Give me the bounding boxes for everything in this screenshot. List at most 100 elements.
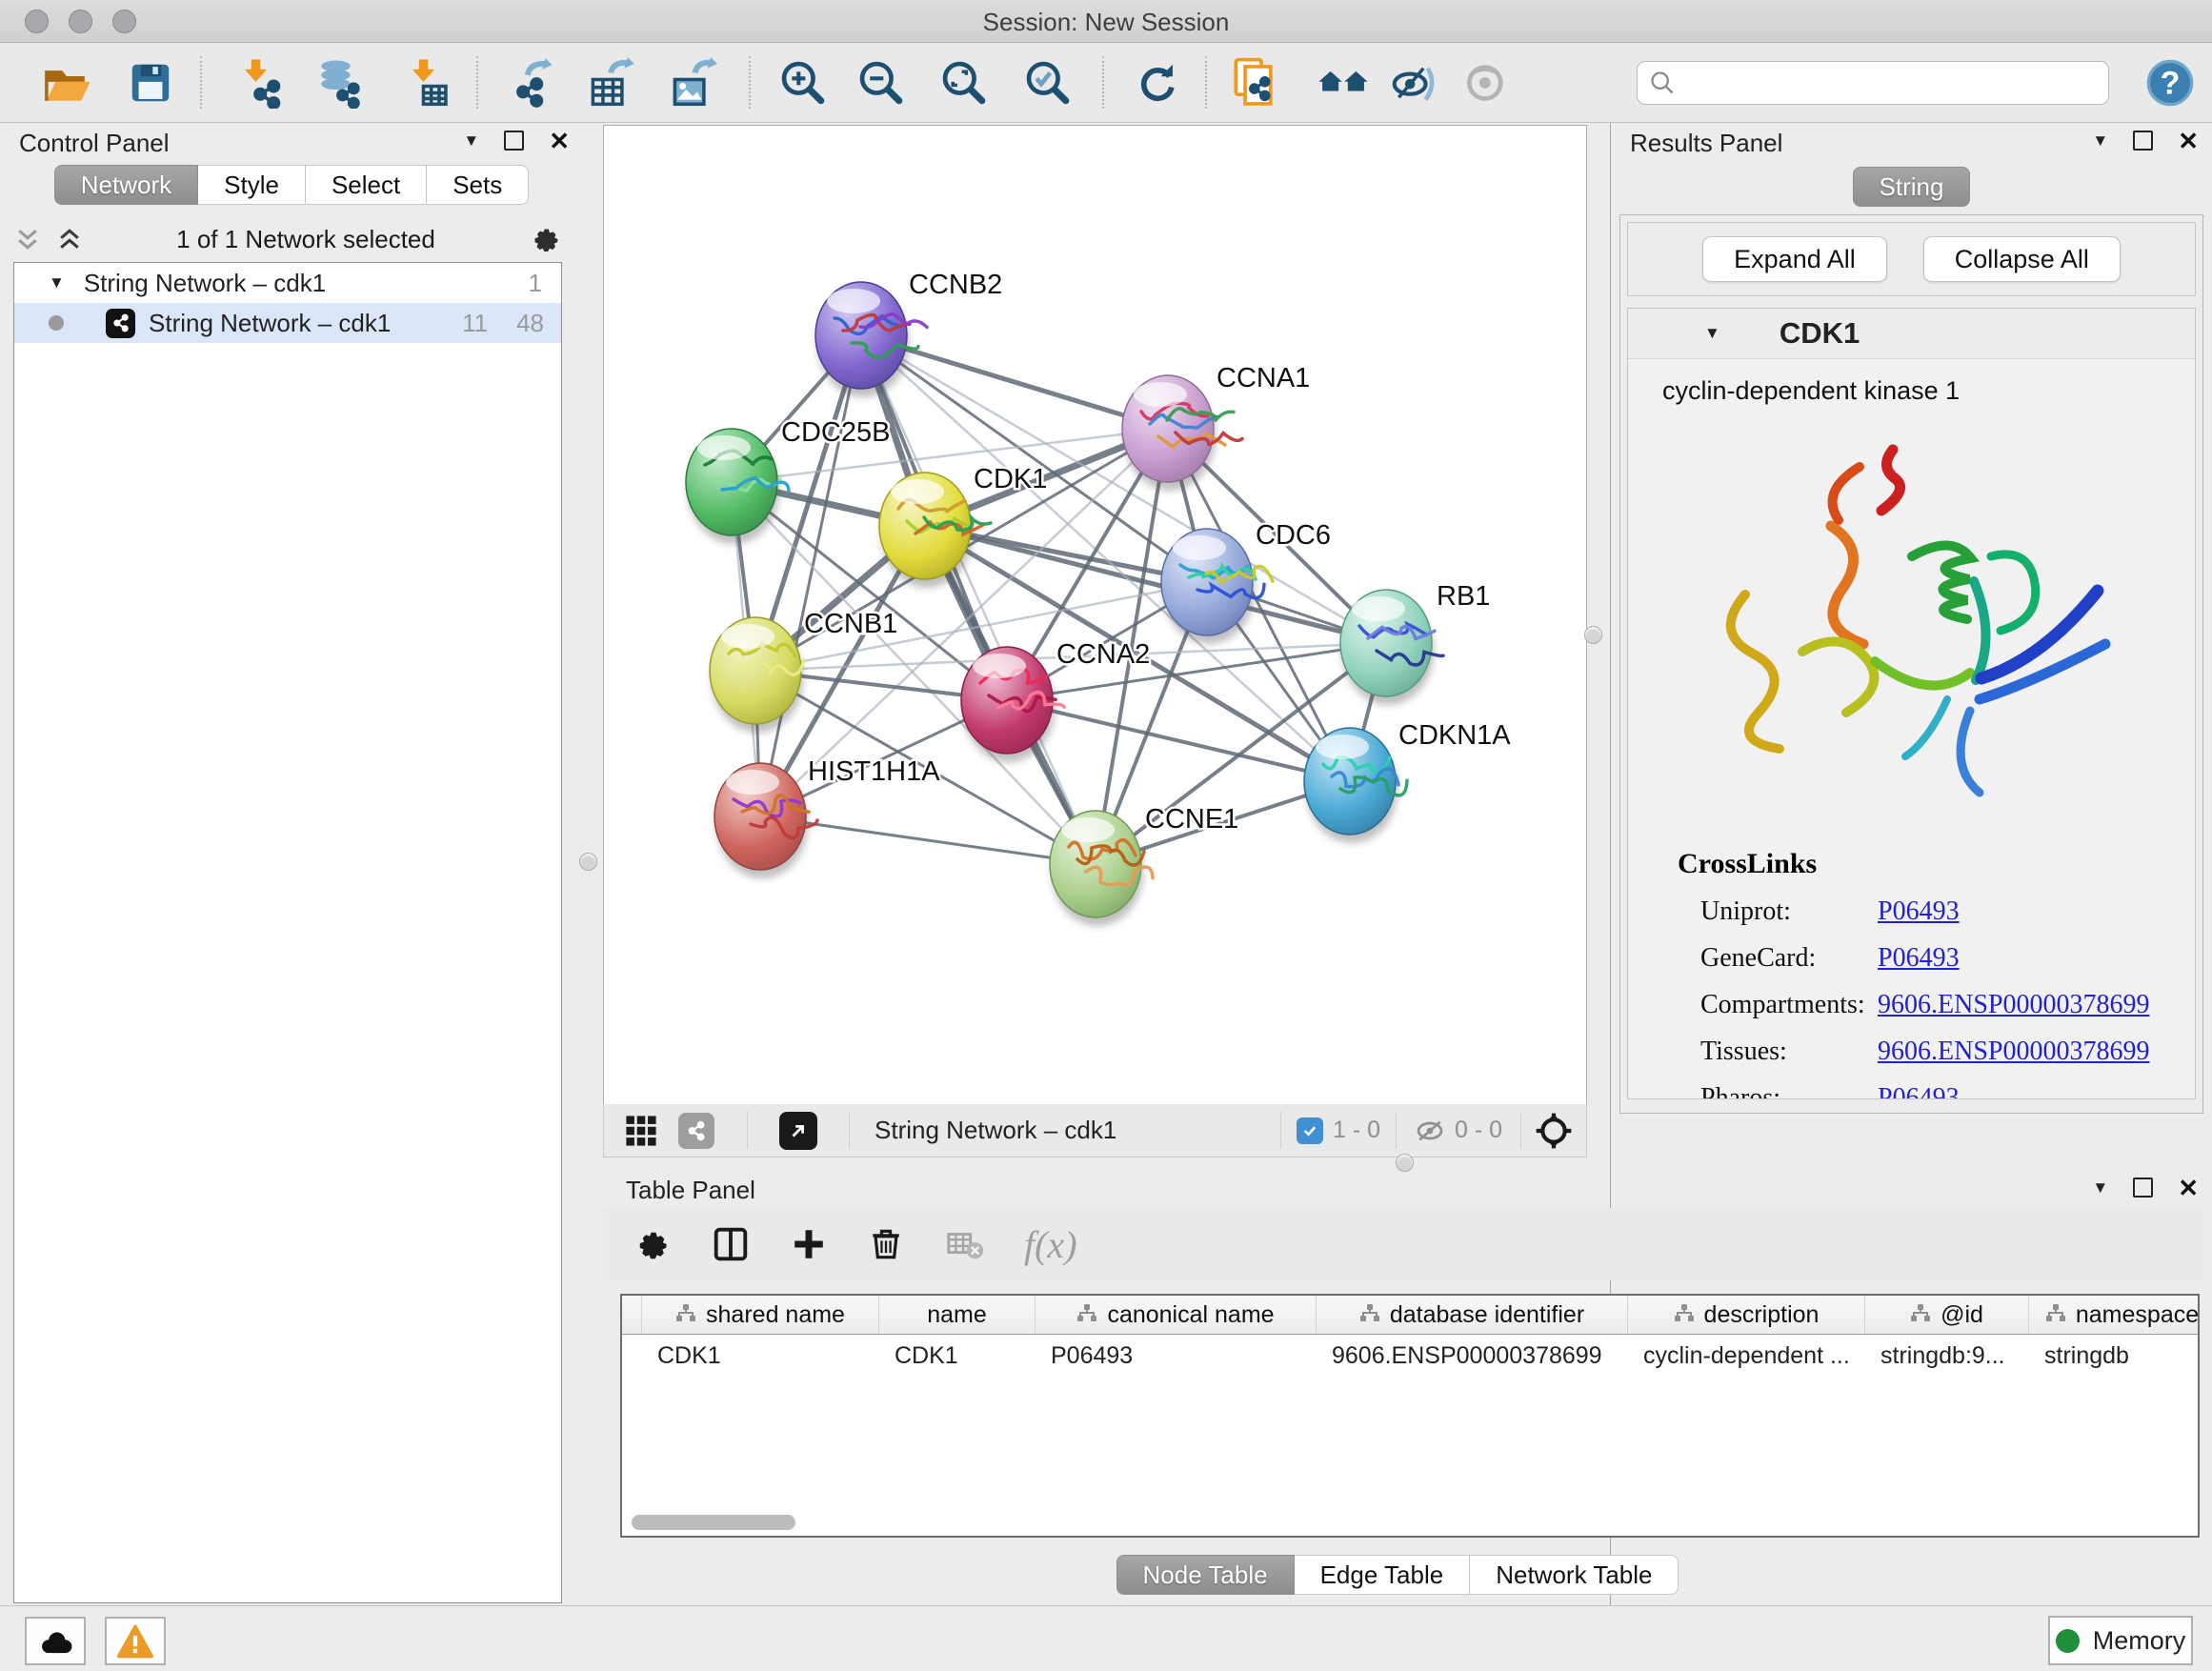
network-collection-row[interactable]: ▼ String Network – cdk1 1 [14,263,561,303]
collapse-all-networks-icon[interactable] [55,225,84,253]
network-badge-toggle-icon[interactable] [678,1113,714,1149]
network-edge[interactable] [760,335,861,816]
table-cell[interactable]: 9606.ENSP00000378699 [1317,1335,1628,1377]
table-options-gear-icon[interactable] [632,1224,672,1264]
column-header-name[interactable]: name [879,1296,1036,1334]
crosslink-link[interactable]: P06493 [1878,896,1960,927]
network-row-selected[interactable]: String Network – cdk1 11 48 [14,303,561,343]
column-header-shared name[interactable]: shared name [642,1296,879,1334]
export-image-button[interactable] [663,54,720,111]
network-options-gear-icon[interactable] [528,222,562,256]
close-panel-icon[interactable]: ✕ [549,131,570,151]
maximize-panel-icon[interactable] [504,131,524,151]
section-collapse-caret-icon[interactable]: ▼ [1704,324,1720,343]
refresh-button[interactable] [1128,54,1185,111]
save-session-button[interactable] [122,54,179,111]
tab-edge-table[interactable]: Edge Table [1295,1555,1471,1595]
tab-network[interactable]: Network [54,165,198,205]
close-panel-icon[interactable]: ✕ [2178,131,2199,151]
network-node-CCNA1[interactable]: CCNA1 [1122,363,1310,491]
zoom-selected-button[interactable] [1019,54,1076,111]
zoom-fit-button[interactable] [935,54,993,111]
expand-all-button[interactable]: Expand All [1702,236,1887,282]
node-label-CCNB2: CCNB2 [909,270,1002,300]
gene-section-header[interactable]: ▼ CDK1 [1628,309,2195,359]
maximize-panel-icon[interactable] [2133,131,2153,151]
float-panel-icon[interactable]: ▼ [2092,131,2108,151]
network-node-HIST1H1A[interactable]: HIST1H1A [714,756,940,878]
column-header-row-grip[interactable] [622,1296,642,1334]
crosslink-link[interactable]: 9606.ENSP00000378699 [1878,1037,2149,1067]
float-panel-icon[interactable]: ▼ [2092,1178,2108,1198]
birds-eye-view-icon[interactable] [1535,1112,1573,1150]
column-label: database identifier [1390,1301,1584,1329]
string-network-badge-icon [106,309,135,338]
import-network-button[interactable] [231,54,288,111]
tab-network-table[interactable]: Network Table [1470,1555,1679,1595]
right-splitter-handle[interactable] [1584,626,1602,644]
crosslink-link[interactable]: P06493 [1878,1083,1960,1098]
export-network-button[interactable] [500,54,557,111]
column-header-description[interactable]: description [1628,1296,1865,1334]
maximize-panel-icon[interactable] [2133,1178,2153,1198]
tab-string-results[interactable]: String [1853,167,1971,207]
table-cell[interactable]: stringdb [2029,1335,2200,1377]
search-input[interactable] [1685,69,2097,97]
crosslink-link[interactable]: 9606.ENSP00000378699 [1878,990,2149,1020]
column-header-database identifier[interactable]: database identifier [1317,1296,1628,1334]
column-header-canonical name[interactable]: canonical name [1036,1296,1317,1334]
export-table-button[interactable] [581,54,638,111]
network-tree: ▼ String Network – cdk1 1 String Network… [13,262,562,1603]
show-columns-icon[interactable] [710,1223,752,1265]
first-neighbors-button[interactable] [1315,54,1372,111]
column-header-namespace[interactable]: namespace [2029,1296,2200,1334]
network-edge[interactable] [1007,700,1350,781]
tab-style[interactable]: Style [198,165,306,205]
table-cell[interactable] [622,1335,642,1377]
warnings-button[interactable] [105,1617,166,1665]
zoom-in-button[interactable] [774,54,832,111]
network-node-RB1[interactable]: RB1 [1340,581,1490,705]
help-button[interactable]: ? [2142,54,2199,111]
table-cell[interactable]: CDK1 [642,1335,879,1377]
network-node-CDK1[interactable]: CDK1 [879,464,1047,588]
show-all-button[interactable] [1458,54,1515,111]
network-edge[interactable] [760,816,1096,864]
column-header-@id[interactable]: @id [1865,1296,2029,1334]
close-panel-icon[interactable]: ✕ [2178,1178,2199,1198]
left-splitter-handle[interactable] [579,853,597,871]
tab-node-table[interactable]: Node Table [1116,1555,1295,1595]
network-node-CDKN1A[interactable]: CDKN1A [1304,720,1511,843]
network-node-CDC6[interactable]: CDC6 [1161,520,1331,644]
float-panel-icon[interactable]: ▼ [463,131,479,151]
search-box[interactable] [1637,61,2109,105]
open-in-window-icon[interactable] [779,1112,817,1150]
memory-button[interactable]: Memory [2048,1616,2193,1665]
zoom-out-button[interactable] [853,54,910,111]
tab-sets[interactable]: Sets [427,165,529,205]
add-column-icon[interactable] [790,1225,828,1263]
open-session-button[interactable] [38,54,95,111]
tab-select[interactable]: Select [306,165,427,205]
grid-view-icon[interactable] [625,1115,657,1147]
table-row[interactable]: CDK1CDK1P064939606.ENSP00000378699cyclin… [622,1335,2198,1377]
hide-selected-button[interactable] [1387,54,1444,111]
table-cell[interactable]: P06493 [1036,1335,1317,1377]
network-canvas[interactable]: CCNB2CCNA1CDC25BCDK1CDC6RB1CCNB1CCNA2CDK… [603,125,1587,1105]
import-network-from-database-button[interactable] [311,54,368,111]
crosslink-link[interactable]: P06493 [1878,943,1960,974]
delete-column-icon[interactable] [866,1224,906,1264]
collapse-all-button[interactable]: Collapse All [1923,236,2121,282]
table-cell[interactable]: CDK1 [879,1335,1036,1377]
horizontal-scrollbar-thumb[interactable] [632,1515,795,1530]
clone-network-button[interactable] [1227,54,1284,111]
table-cell[interactable]: stringdb:9... [1865,1335,2029,1377]
network-node-CCNE1[interactable]: CCNE1 [1050,804,1238,926]
application-window: Session: New Session [0,0,2212,1671]
collection-expand-caret-icon[interactable]: ▼ [49,273,65,292]
expand-all-networks-icon[interactable] [13,225,42,253]
import-table-button[interactable] [398,54,455,111]
cloud-status-button[interactable] [25,1617,86,1665]
selected-checkbox-icon[interactable] [1297,1117,1323,1144]
table-cell[interactable]: cyclin-dependent ... [1628,1335,1865,1377]
